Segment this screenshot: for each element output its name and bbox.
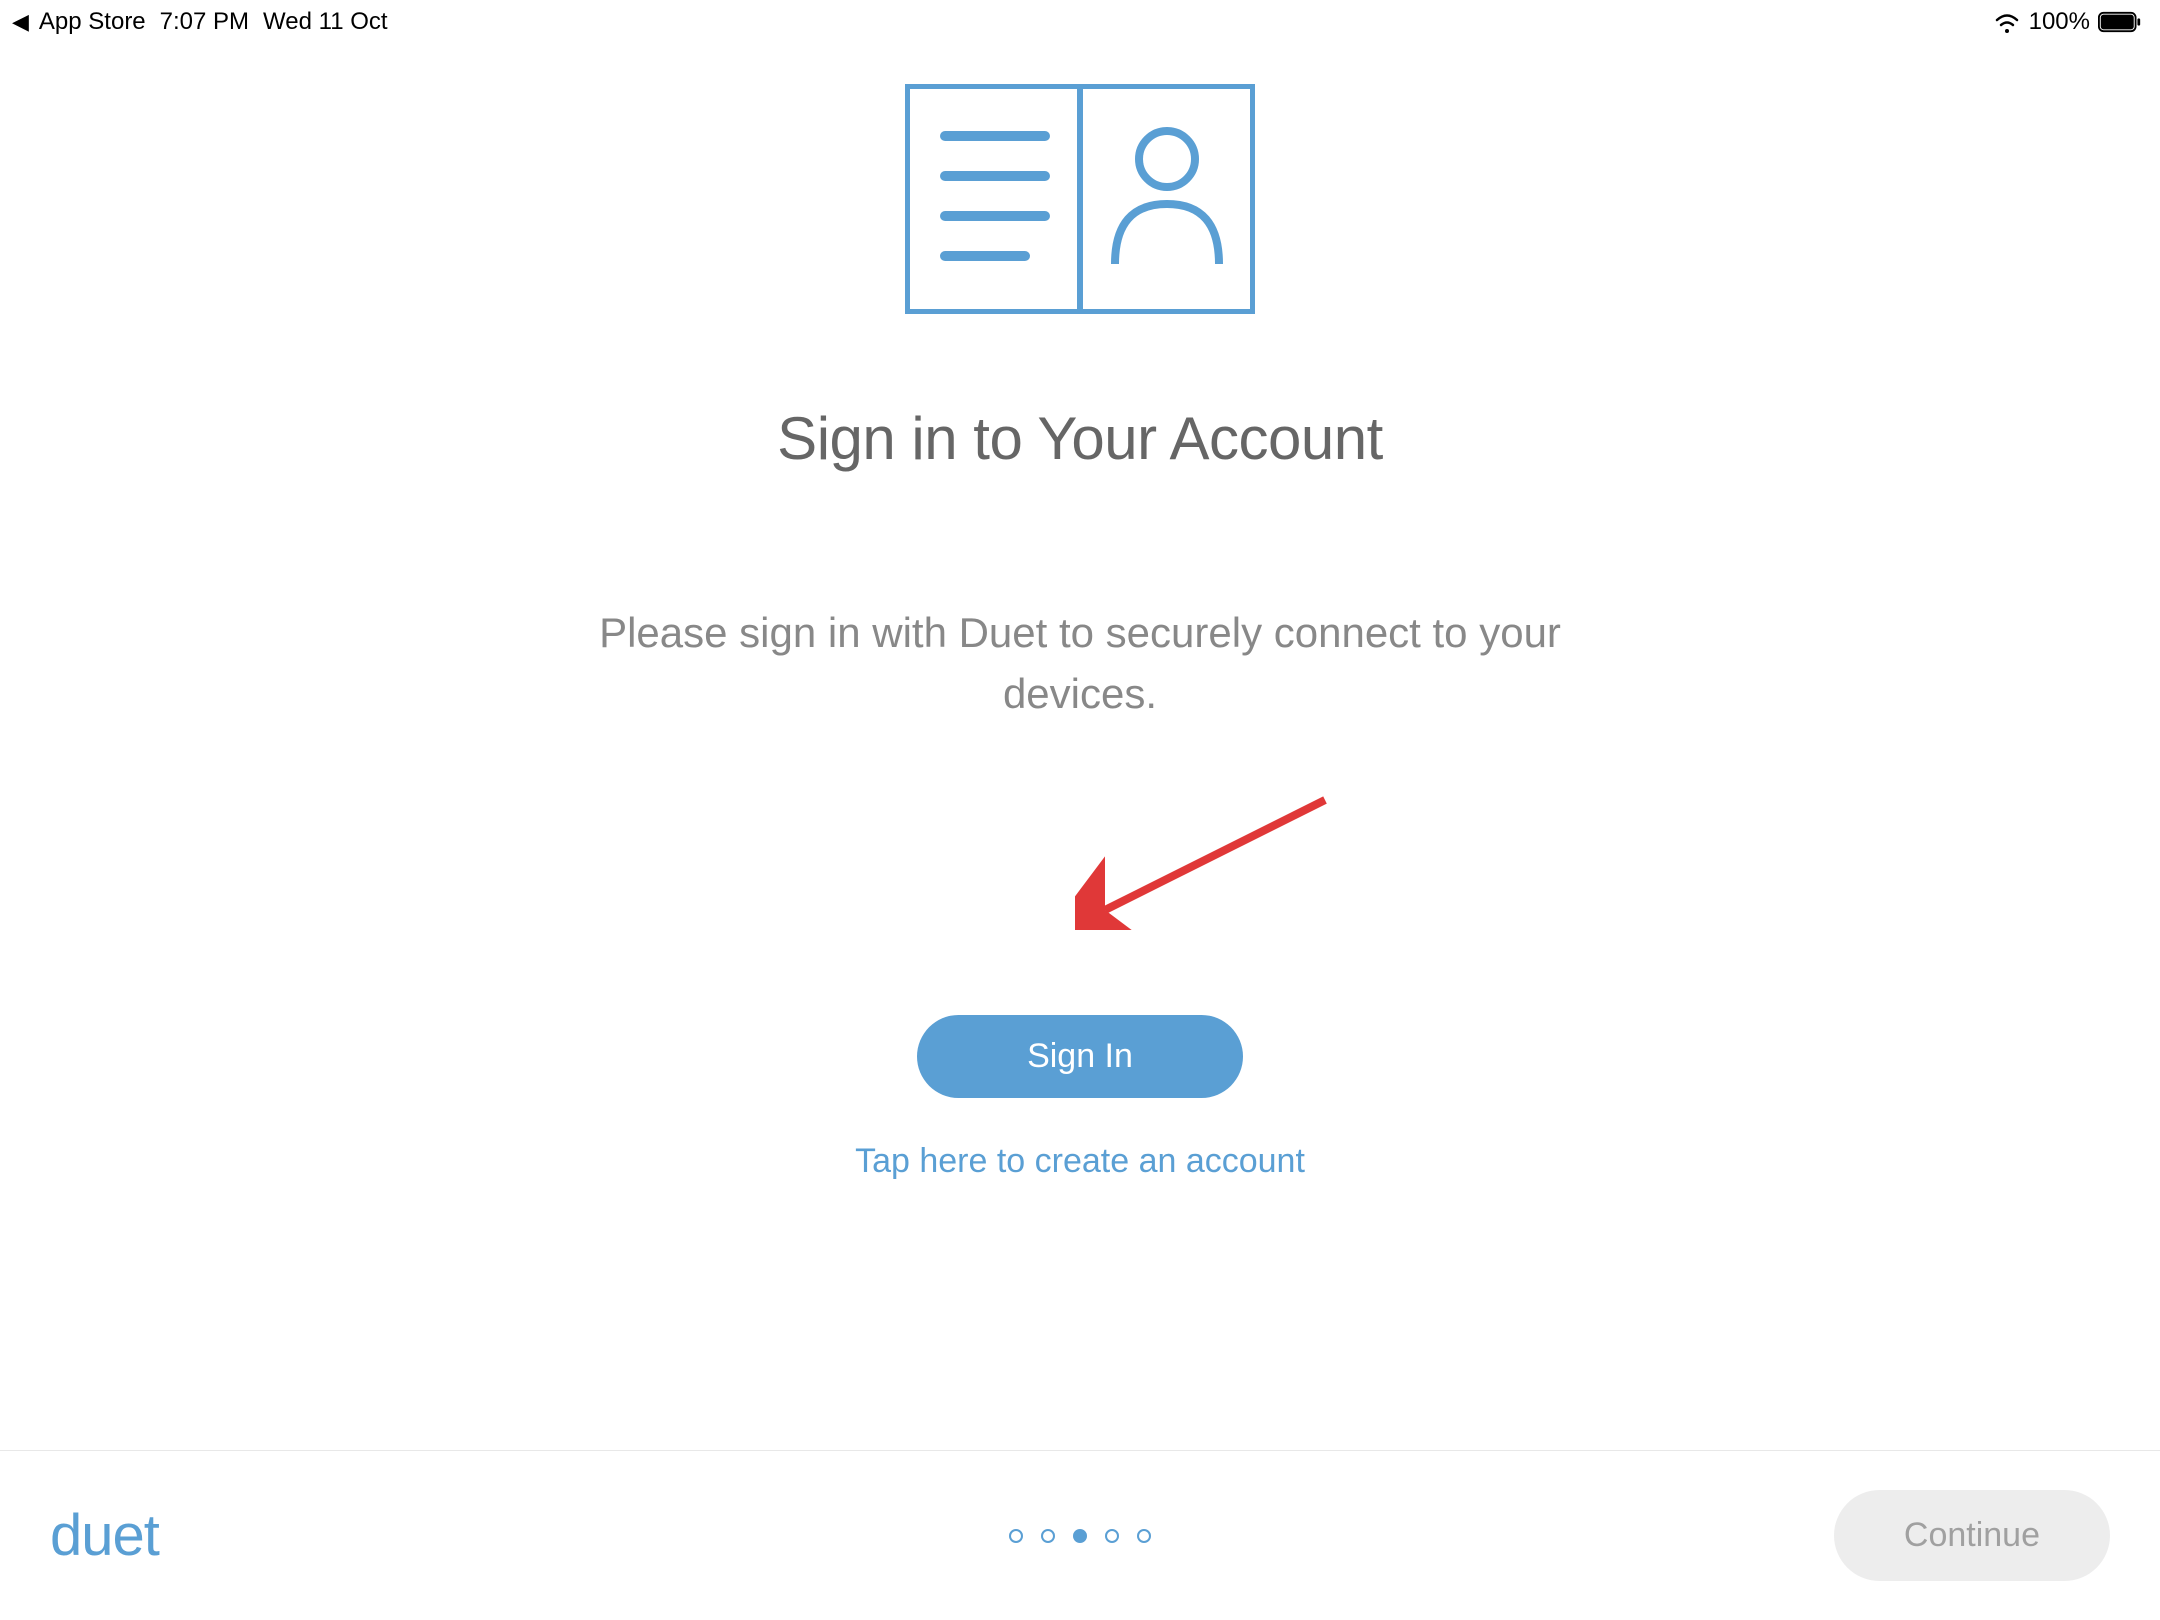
status-date: Wed 11 Oct — [263, 8, 388, 36]
back-arrow-icon[interactable]: ◀ — [12, 9, 29, 35]
battery-icon — [2098, 11, 2142, 33]
page-indicator — [1009, 1529, 1151, 1543]
page-title: Sign in to Your Account — [777, 404, 1383, 473]
continue-button[interactable]: Continue — [1834, 1490, 2110, 1581]
page-dot-3[interactable] — [1073, 1529, 1087, 1543]
page-dot-1[interactable] — [1009, 1529, 1023, 1543]
wifi-icon — [1993, 11, 2021, 33]
account-book-icon — [905, 84, 1255, 314]
status-bar-right: 100% — [1993, 8, 2142, 36]
status-bar: ◀ App Store 7:07 PM Wed 11 Oct 100% — [0, 0, 2160, 44]
page-dot-4[interactable] — [1105, 1529, 1119, 1543]
battery-percent: 100% — [2029, 8, 2090, 36]
page-subtitle: Please sign in with Duet to securely con… — [580, 603, 1580, 725]
onboarding-content: Sign in to Your Account Please sign in w… — [0, 44, 2160, 1181]
app-logo: duet — [50, 1502, 159, 1569]
page-dot-2[interactable] — [1041, 1529, 1055, 1543]
onboarding-footer: duet Continue — [0, 1450, 2160, 1620]
status-bar-left: ◀ App Store 7:07 PM Wed 11 Oct — [12, 8, 388, 36]
back-app-label[interactable]: App Store — [39, 8, 146, 36]
sign-in-button[interactable]: Sign In — [917, 1015, 1243, 1098]
create-account-link[interactable]: Tap here to create an account — [855, 1142, 1305, 1181]
status-time: 7:07 PM — [160, 8, 249, 36]
page-dot-5[interactable] — [1137, 1529, 1151, 1543]
